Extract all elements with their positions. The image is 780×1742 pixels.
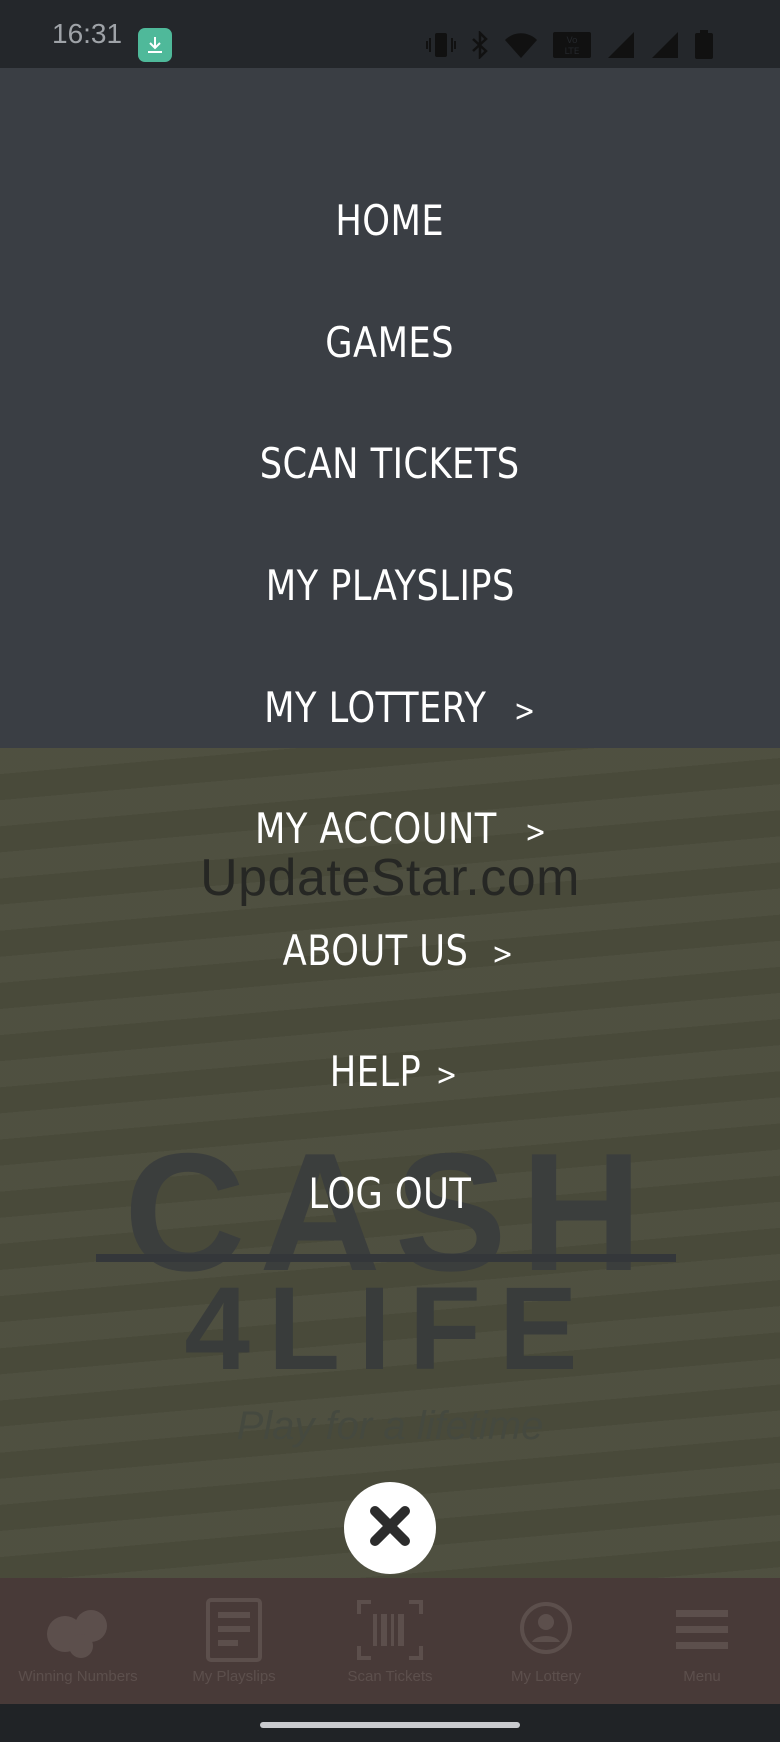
chevron-right-icon: > <box>435 1058 457 1094</box>
nav-scan-tickets[interactable]: Scan Tickets <box>312 1578 468 1704</box>
svg-text:Vo: Vo <box>567 36 578 46</box>
menu-item-label: GAMES <box>325 317 455 367</box>
signal-icon <box>650 31 680 59</box>
menu-item-label: MY ACCOUNT <box>254 804 497 854</box>
status-time: 16:31 <box>52 18 123 49</box>
chevron-right-icon: > <box>513 693 535 729</box>
home-gesture-handle[interactable] <box>260 1722 520 1728</box>
menu-item-label: ABOUT US <box>282 925 469 975</box>
game-logo-tagline: Play for a lifetime <box>236 1404 544 1448</box>
svg-text:LTE: LTE <box>565 47 580 57</box>
chevron-right-icon: > <box>491 936 514 972</box>
nav-label: Winning Numbers <box>18 1667 138 1685</box>
status-bar: 16:31 Vo LTE <box>0 0 780 68</box>
menu-item-label: LOG OUT <box>308 1169 472 1219</box>
status-icons: Vo LTE <box>426 28 714 62</box>
hamburger-icon <box>665 1598 739 1662</box>
playslip-icon <box>197 1597 271 1662</box>
barcode-scan-icon <box>353 1598 427 1662</box>
balls-icon <box>41 1598 115 1662</box>
menu-item-label: MY PLAYSLIPS <box>265 561 515 611</box>
menu-item-my-lottery[interactable]: MY LOTTERY > <box>243 646 537 768</box>
menu-item-label: MY LOTTERY <box>264 682 487 732</box>
game-logo-divider <box>96 1254 676 1262</box>
menu-item-scan-tickets[interactable]: SCAN TICKETS <box>235 403 544 525</box>
vibrate-icon <box>426 31 456 59</box>
chevron-right-icon: > <box>525 815 547 851</box>
app-screen: UpdateStar.com CASH 4LIFE Play for a lif… <box>0 0 780 1742</box>
volte-icon: Vo LTE <box>552 31 592 59</box>
menu-item-games[interactable]: GAMES <box>313 282 466 404</box>
menu-item-my-playslips[interactable]: MY PLAYSLIPS <box>242 525 539 647</box>
main-menu: HOME GAMES SCAN TICKETS MY PLAYSLIPS MY … <box>0 160 780 1254</box>
battery-icon <box>694 30 714 60</box>
nav-winning-numbers[interactable]: Winning Numbers <box>0 1578 156 1704</box>
nav-label: My Playslips <box>192 1667 276 1685</box>
close-menu-button[interactable] <box>344 1482 436 1574</box>
menu-item-log-out[interactable]: LOG OUT <box>293 1133 487 1255</box>
download-icon <box>138 28 172 62</box>
wifi-icon <box>504 31 538 59</box>
menu-item-label: HOME <box>335 196 445 246</box>
menu-item-home[interactable]: HOME <box>325 160 454 282</box>
menu-item-label: HELP <box>329 1047 422 1097</box>
menu-item-label: SCAN TICKETS <box>260 439 520 489</box>
nav-label: Scan Tickets <box>347 1667 433 1685</box>
game-logo-4life: 4LIFE <box>184 1263 596 1395</box>
user-badge-icon <box>509 1598 583 1662</box>
signal-icon <box>606 31 636 59</box>
menu-item-help[interactable]: HELP > <box>321 1011 459 1133</box>
nav-label: My Lottery <box>510 1667 582 1685</box>
nav-my-lottery[interactable]: My Lottery <box>468 1578 624 1704</box>
menu-item-my-account[interactable]: MY ACCOUNT > <box>232 768 549 890</box>
bottom-nav: Winning Numbers My Playslips Scan Ticket… <box>0 1578 780 1704</box>
bluetooth-icon <box>470 31 490 59</box>
close-icon <box>365 1501 415 1555</box>
nav-menu[interactable]: Menu <box>624 1578 780 1704</box>
nav-my-playslips[interactable]: My Playslips <box>156 1578 312 1704</box>
nav-label: Menu <box>683 1667 721 1685</box>
menu-item-about-us[interactable]: ABOUT US > <box>265 890 515 1012</box>
